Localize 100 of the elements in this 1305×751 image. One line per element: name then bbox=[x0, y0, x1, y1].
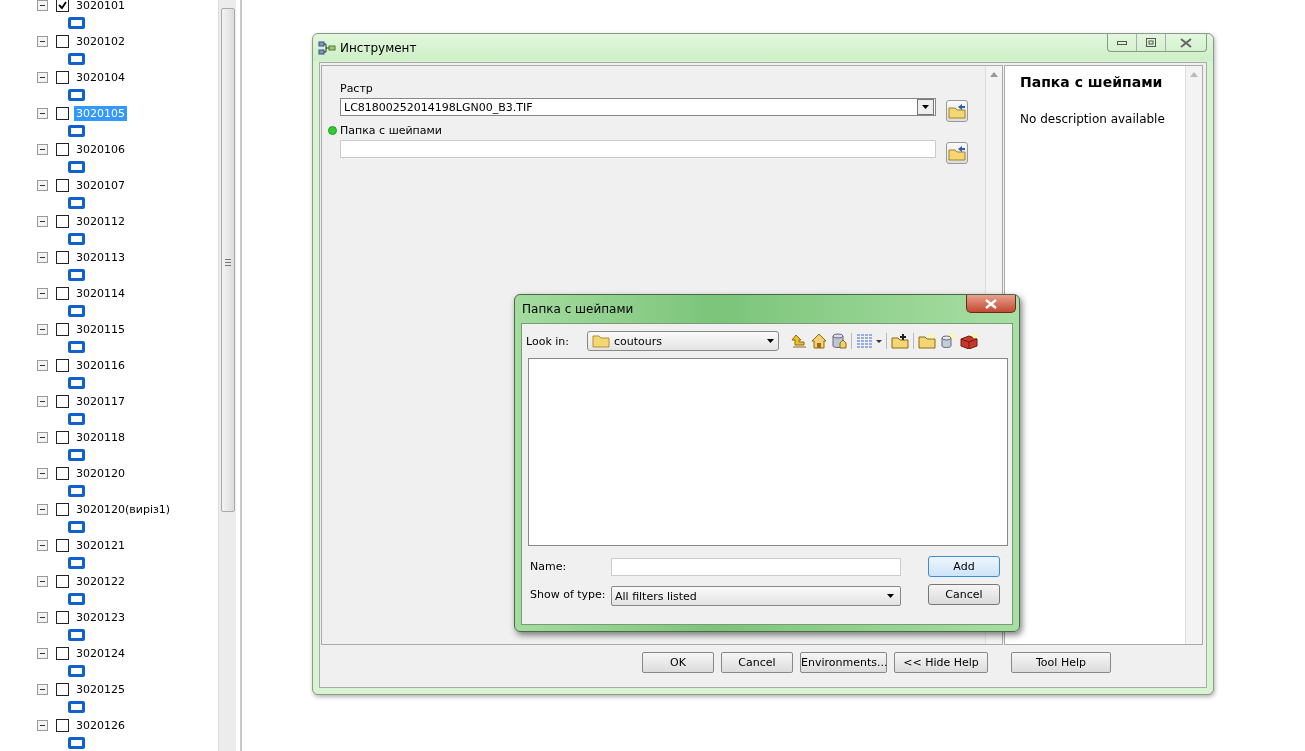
scrollbar[interactable] bbox=[218, 0, 236, 751]
collapse-icon[interactable] bbox=[37, 647, 48, 659]
collapse-icon[interactable] bbox=[37, 359, 48, 371]
polygon-symbol-icon bbox=[68, 413, 85, 425]
layer-name[interactable]: 3020120 bbox=[74, 465, 127, 481]
checkbox[interactable] bbox=[56, 610, 69, 624]
polygon-symbol-icon bbox=[68, 233, 85, 245]
layer-name[interactable]: 3020101 bbox=[74, 0, 127, 13]
checkbox[interactable] bbox=[56, 214, 69, 228]
checkbox[interactable] bbox=[56, 286, 69, 300]
checkbox[interactable] bbox=[56, 322, 69, 336]
dialog-title: Папка с шейпами bbox=[522, 301, 634, 316]
layer-name[interactable]: 3020124 bbox=[74, 645, 127, 661]
layer-name[interactable]: 3020106 bbox=[74, 141, 127, 157]
window-title: Инструмент bbox=[340, 40, 417, 55]
collapse-icon[interactable] bbox=[37, 287, 48, 299]
layer-name[interactable]: 3020104 bbox=[74, 69, 127, 85]
layer-name[interactable]: 3020107 bbox=[74, 177, 127, 193]
polygon-symbol-icon bbox=[68, 737, 85, 749]
checkbox[interactable] bbox=[56, 574, 69, 588]
layer-name[interactable]: 3020125 bbox=[74, 681, 127, 697]
layer-name[interactable]: 3020115 bbox=[74, 321, 127, 337]
checkbox[interactable] bbox=[56, 466, 69, 480]
layer-name[interactable]: 3020102 bbox=[74, 33, 127, 49]
checkbox[interactable] bbox=[56, 502, 69, 516]
folder-connect-icon[interactable] bbox=[891, 333, 909, 349]
input-field[interactable] bbox=[611, 558, 901, 576]
up-arrow-icon[interactable] bbox=[791, 333, 807, 349]
layer-name[interactable]: 3020113 bbox=[74, 249, 127, 265]
collapse-icon[interactable] bbox=[37, 719, 48, 731]
polygon-symbol-icon bbox=[68, 89, 85, 101]
layer-name[interactable]: 3020123 bbox=[74, 609, 127, 625]
layer-name[interactable]: 3020116 bbox=[74, 357, 127, 373]
checkbox[interactable] bbox=[56, 70, 69, 84]
polygon-symbol-icon bbox=[68, 161, 85, 173]
polygon-symbol-icon bbox=[68, 521, 85, 533]
checkbox[interactable] bbox=[56, 394, 69, 408]
collapse-icon[interactable] bbox=[37, 215, 48, 227]
checkbox[interactable] bbox=[56, 106, 69, 120]
polygon-symbol-icon bbox=[68, 593, 85, 605]
collapse-icon[interactable] bbox=[37, 431, 48, 443]
layer-name[interactable]: 3020117 bbox=[74, 393, 127, 409]
raster-dropdown[interactable]: LC81800252014198LGN00_B3.TIF bbox=[340, 98, 936, 116]
dialog-button[interactable]: Add bbox=[928, 556, 1000, 577]
look-in-label: Look in: bbox=[526, 334, 569, 348]
collapse-icon[interactable] bbox=[37, 395, 48, 407]
checkbox[interactable] bbox=[56, 250, 69, 264]
collapse-icon[interactable] bbox=[37, 503, 48, 515]
type-dropdown[interactable]: All filters listed bbox=[611, 586, 901, 606]
checkbox[interactable] bbox=[56, 430, 69, 444]
collapse-icon[interactable] bbox=[37, 0, 48, 11]
layer-name[interactable]: 3020112 bbox=[74, 213, 127, 229]
close-button[interactable] bbox=[966, 295, 1016, 313]
collapse-icon[interactable] bbox=[37, 179, 48, 191]
collapse-icon[interactable] bbox=[37, 611, 48, 623]
layer-name[interactable]: 3020126 bbox=[74, 717, 127, 733]
help-title: Папка с шейпами bbox=[1020, 74, 1163, 90]
dialog-button[interactable]: OK bbox=[642, 652, 714, 673]
scroll-up-icon[interactable] bbox=[990, 72, 998, 77]
collapse-icon[interactable] bbox=[37, 71, 48, 83]
checkbox[interactable] bbox=[56, 646, 69, 660]
database-icon[interactable] bbox=[831, 333, 847, 349]
checkbox[interactable] bbox=[56, 34, 69, 48]
name-label: Name: bbox=[530, 560, 567, 573]
dialog-button[interactable]: Environments... bbox=[800, 652, 887, 673]
toolbox-icon[interactable] bbox=[960, 333, 978, 349]
dialog-button[interactable]: << Hide Help bbox=[894, 652, 988, 673]
dialog-button[interactable]: Tool Help bbox=[1011, 652, 1111, 673]
browse-button[interactable] bbox=[946, 142, 968, 164]
checkbox[interactable] bbox=[56, 0, 69, 12]
polygon-symbol-icon bbox=[68, 269, 85, 281]
layer-name[interactable]: 3020118 bbox=[74, 429, 127, 445]
list-view-icon[interactable] bbox=[856, 333, 882, 349]
layer-name[interactable]: 3020120(виріз1) bbox=[74, 501, 173, 517]
checkbox[interactable] bbox=[56, 178, 69, 192]
collapse-icon[interactable] bbox=[37, 107, 48, 119]
collapse-icon[interactable] bbox=[37, 251, 48, 263]
collapse-icon[interactable] bbox=[37, 35, 48, 47]
home-icon[interactable] bbox=[811, 333, 827, 349]
layer-name[interactable]: 3020121 bbox=[74, 537, 127, 553]
collapse-icon[interactable] bbox=[37, 143, 48, 155]
input-field[interactable] bbox=[340, 140, 936, 158]
collapse-icon[interactable] bbox=[37, 539, 48, 551]
collapse-icon[interactable] bbox=[37, 683, 48, 695]
new-database-icon[interactable] bbox=[940, 333, 956, 349]
checkbox[interactable] bbox=[56, 718, 69, 732]
checkbox[interactable] bbox=[56, 142, 69, 156]
collapse-icon[interactable] bbox=[37, 575, 48, 587]
dialog-button[interactable]: Cancel bbox=[928, 584, 1000, 605]
layer-name[interactable]: 3020122 bbox=[74, 573, 127, 589]
scrollbar[interactable] bbox=[1185, 66, 1202, 644]
checkbox[interactable] bbox=[56, 538, 69, 552]
browse-button[interactable] bbox=[946, 100, 968, 122]
dialog-button[interactable]: Cancel bbox=[721, 652, 793, 673]
checkbox[interactable] bbox=[56, 358, 69, 372]
checkbox[interactable] bbox=[56, 682, 69, 696]
collapse-icon[interactable] bbox=[37, 323, 48, 335]
look-in-dropdown[interactable]: coutours bbox=[587, 331, 779, 351]
collapse-icon[interactable] bbox=[37, 467, 48, 479]
layer-name[interactable]: 3020114 bbox=[74, 285, 127, 301]
